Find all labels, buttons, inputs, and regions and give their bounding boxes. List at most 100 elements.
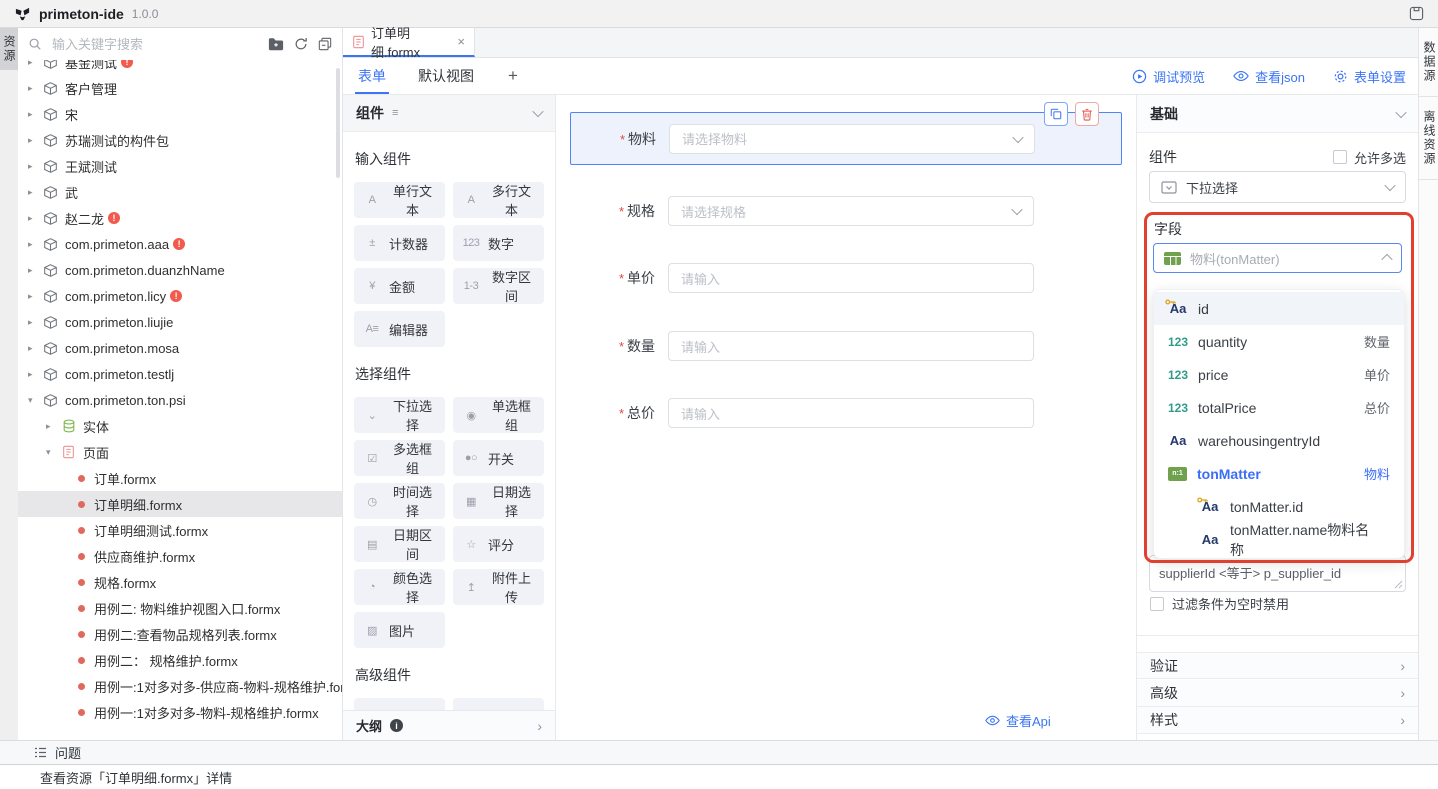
tree-item[interactable]: 用例二: 物料维护视图入口.formx ! [18,595,342,621]
tree-item[interactable]: com.primeton.ton.psi ! [18,387,342,413]
filter-disable-checkbox[interactable] [1150,597,1164,611]
tree-item[interactable]: 赵二龙 ! [18,205,342,231]
outline-bar[interactable]: 大纲 i › [343,710,555,740]
component-button[interactable]: ●○ 开关 [453,440,544,476]
tree-item[interactable]: 宋 ! [18,101,342,127]
add-view-button[interactable]: + [505,58,521,94]
tree-item[interactable]: 王斌测试 ! [18,153,342,179]
field-control[interactable]: 请输入 [668,331,1034,361]
form-field-row[interactable]: 单价 请输入 [570,263,1122,293]
new-folder-icon[interactable] [268,37,284,51]
tree-item[interactable]: 用例二:查看物品规格列表.formx ! [18,621,342,647]
component-button[interactable]: ◉ 单选框组 [453,397,544,433]
tree-item[interactable]: 用例一:1对多对多-供应商-物料-规格维护.formx ! [18,673,342,699]
field-dropdown-item[interactable]: price 单价 [1154,358,1404,391]
tree-item[interactable]: com.primeton.testlj ! [18,361,342,387]
component-button[interactable]: ☆ 评分 [453,526,544,562]
chevron-icon[interactable] [28,343,42,354]
component-button[interactable]: ◷ 时间选择 [354,483,445,519]
chevron-icon[interactable] [28,291,42,302]
component-button[interactable]: A 单行文本 [354,182,445,218]
tree-item[interactable]: 订单明细.formx ! [18,491,342,517]
chevron-icon[interactable] [28,135,42,146]
tree-item[interactable]: 武 ! [18,179,342,205]
chevron-icon[interactable] [28,369,42,380]
chevron-icon[interactable] [46,447,60,458]
chevron-icon[interactable] [28,317,42,328]
component-button[interactable]: ↥ 附件上传 [453,569,544,605]
component-button[interactable]: ± 计数器 [354,225,445,261]
multi-select-checkbox[interactable] [1333,150,1347,164]
tree-item[interactable]: 实体 ! [18,413,342,439]
field-control[interactable]: 请输入 [668,398,1034,428]
component-button[interactable]: ¥ 金额 [354,268,445,304]
tree-item[interactable]: com.primeton.mosa ! [18,335,342,361]
copy-button[interactable] [1044,102,1068,126]
filter-disable-option[interactable]: 过滤条件为空时禁用 [1150,594,1289,613]
field-dropdown-item[interactable]: quantity 数量 [1154,325,1404,358]
close-icon[interactable]: × [457,35,465,48]
tree-item[interactable]: com.primeton.duanzhName ! [18,257,342,283]
tree-item[interactable]: com.primeton.licy ! [18,283,342,309]
collapsed-section-row[interactable]: 样式 › [1137,707,1418,734]
component-button[interactable]: ⌄ 下拉选择 [354,397,445,433]
tree-item[interactable]: com.primeton.liujie ! [18,309,342,335]
tree-item[interactable]: 页面 ! [18,439,342,465]
tree-item[interactable]: 订单明细测试.formx ! [18,517,342,543]
component-button[interactable] [354,698,445,710]
field-dropdown-item[interactable]: tonMatter.name物料名称 [1154,523,1404,556]
component-button[interactable]: A 多行文本 [453,182,544,218]
chevron-icon[interactable] [28,83,42,94]
section-basic-header[interactable]: 基础 [1137,95,1418,133]
component-button[interactable]: 1-3 数字区间 [453,268,544,304]
component-button[interactable]: ▦ 日期选择 [453,483,544,519]
explorer-scrollbar[interactable] [336,68,340,178]
problems-bar[interactable]: 问题 [0,740,1438,764]
collapsed-section-row[interactable]: 验证 › [1137,652,1418,679]
chevron-icon[interactable] [28,213,42,224]
form-field-row[interactable]: 物料 请选择物料 [570,112,1122,165]
tree-item[interactable]: 客户管理 ! [18,75,342,101]
field-dropdown-item[interactable]: totalPrice 总价 [1154,391,1404,424]
save-layout-icon[interactable] [1409,6,1424,21]
chevron-icon[interactable] [28,239,42,250]
tab-datasource[interactable]: 数据源 [1419,28,1438,97]
component-button[interactable]: A≡ 编辑器 [354,311,445,347]
editor-tab[interactable]: 订单明细.formx × [343,28,475,57]
tab-offline-resources[interactable]: 离线资源 [1419,97,1438,180]
field-dropdown-item[interactable]: tonMatter 物料 [1154,457,1404,490]
view-api-link[interactable]: 查看Api [985,711,1051,730]
debug-preview-button[interactable]: 调试预览 [1132,67,1205,86]
chevron-icon[interactable] [28,395,42,406]
resize-handle-icon[interactable] [1394,580,1403,589]
component-type-select[interactable]: 下拉选择 [1149,171,1406,203]
field-control[interactable]: 请选择物料 [669,124,1035,154]
refresh-icon[interactable] [294,37,308,51]
tree-item[interactable]: com.primeton.aaa ! [18,231,342,257]
component-button[interactable]: ☑ 多选框组 [354,440,445,476]
form-field-row[interactable]: 总价 请输入 [570,398,1122,428]
component-button[interactable]: ▨ 图片 [354,612,445,648]
components-panel-header[interactable]: 组件 ≡ [343,95,555,132]
tab-resources[interactable]: 资源 [0,28,18,70]
tree-item[interactable]: 供应商维护.formx ! [18,543,342,569]
tree-item[interactable]: 用例一:1对多对多-物料-规格维护.formx ! [18,699,342,725]
component-button[interactable]: ◔ 颜色选择 [354,569,445,605]
view-json-button[interactable]: 查看json [1233,67,1305,86]
collapsed-section-row[interactable]: 高级 › [1137,680,1418,707]
chevron-icon[interactable] [28,187,42,198]
chevron-icon[interactable] [28,161,42,172]
form-field-row[interactable]: 数量 请输入 [570,331,1122,361]
component-button[interactable]: 123 数字 [453,225,544,261]
delete-button[interactable] [1075,102,1099,126]
collapse-all-icon[interactable] [318,37,332,51]
tab-default-view[interactable]: 默认视图 [415,58,477,94]
tab-form[interactable]: 表单 [355,58,389,94]
field-dropdown-item[interactable]: id [1154,292,1404,325]
chevron-icon[interactable] [28,109,42,120]
field-dropdown-item[interactable]: warehousingentryId [1154,424,1404,457]
multi-select-option[interactable]: 允许多选 [1333,148,1406,167]
search-input[interactable] [50,36,260,53]
field-control[interactable]: 请输入 [668,263,1034,293]
chevron-icon[interactable] [28,265,42,276]
